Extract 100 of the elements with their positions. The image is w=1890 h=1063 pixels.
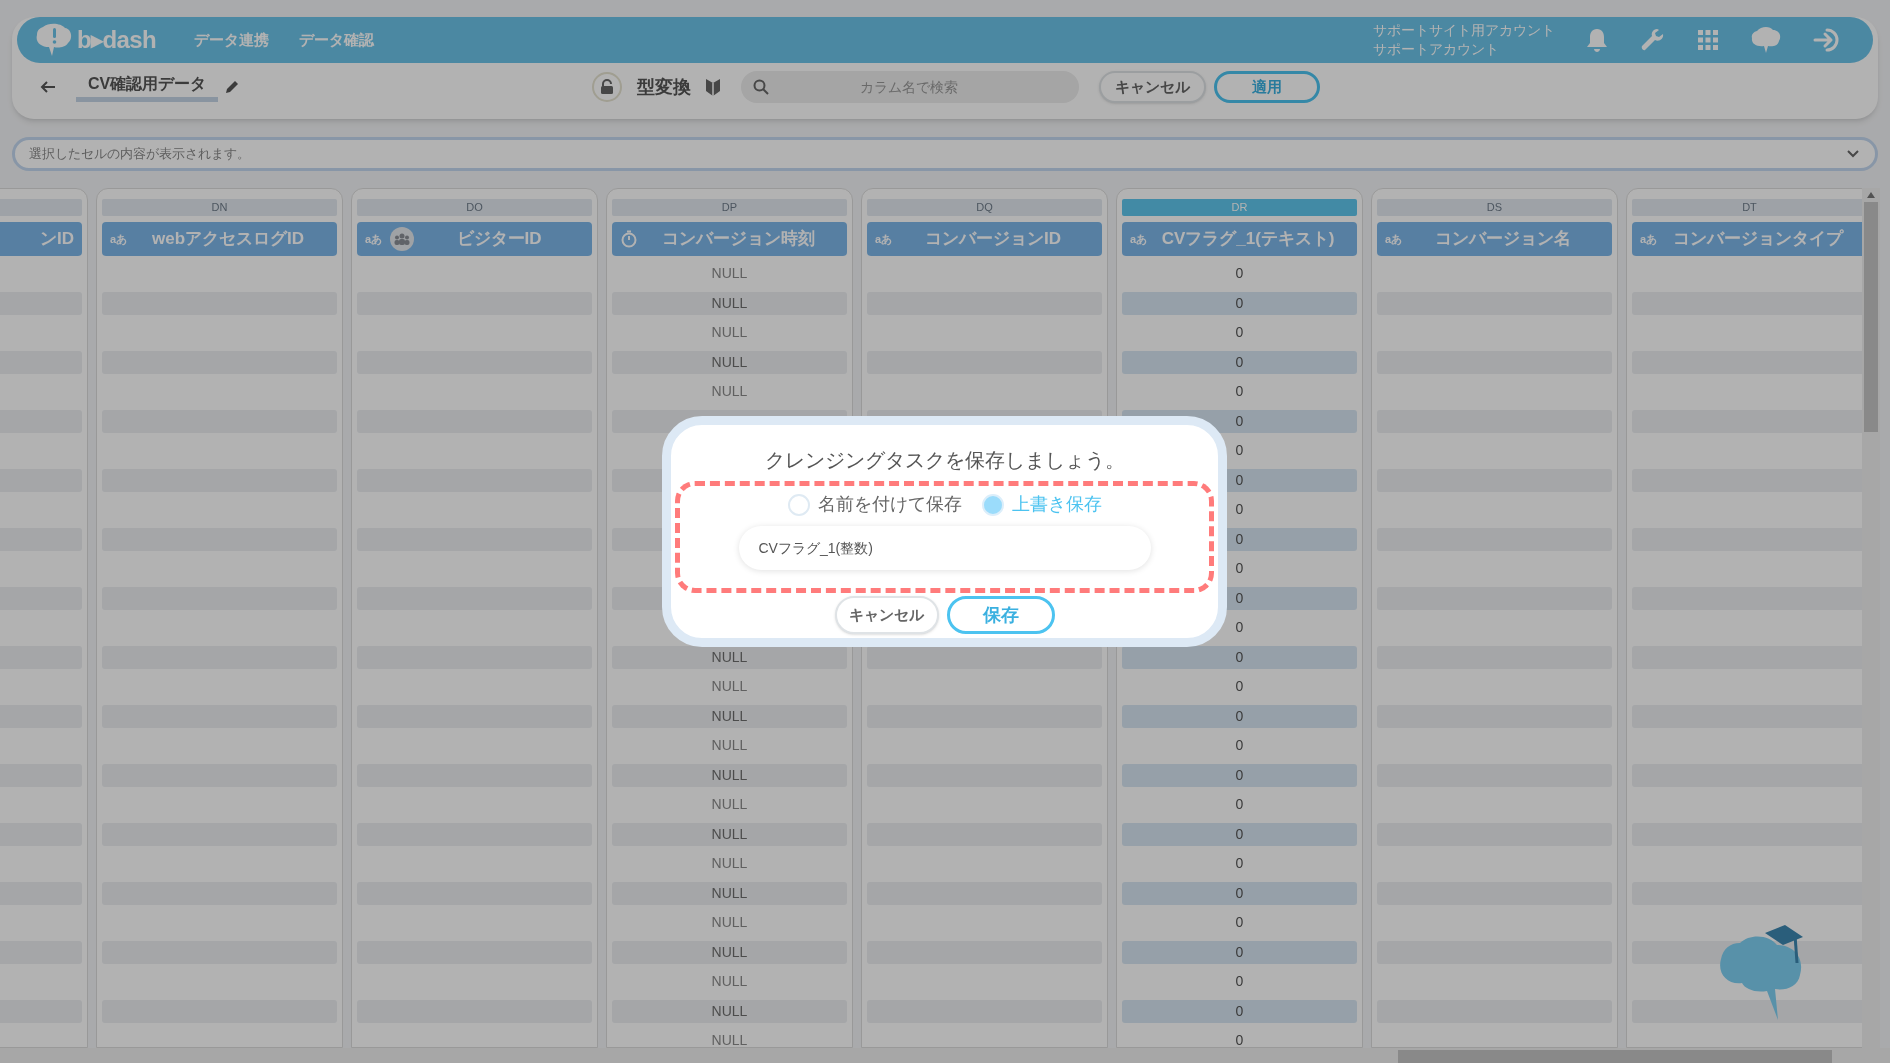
cell-value: NULL	[711, 913, 748, 933]
cell-value: NULL	[711, 677, 748, 697]
stopwatch-icon	[620, 230, 638, 248]
cell-value: 0	[1235, 706, 1244, 726]
save-button[interactable]: 保存	[946, 596, 1055, 634]
dataset-title: CV確認用データ	[76, 72, 219, 102]
cell-value: 0	[1235, 411, 1244, 431]
cell-value: NULL	[711, 382, 748, 402]
column-letter[interactable]: DP	[612, 199, 847, 216]
cell-value: NULL	[711, 1001, 748, 1021]
notification-icon[interactable]	[1585, 27, 1609, 53]
search-field[interactable]: カラム名で検索	[741, 71, 1080, 103]
column-header[interactable]: aあ webアクセスログID	[102, 222, 337, 256]
cell-value: 0	[1235, 588, 1244, 608]
cell-value: NULL	[711, 854, 748, 874]
cell-content-input[interactable]: 選択したセルの内容が表示されます。	[29, 144, 1847, 164]
column-header[interactable]: aあ CVフラグ_1(テキスト)	[1122, 222, 1357, 256]
radio-option[interactable]: 名前を付けて保存	[787, 491, 962, 518]
cell-value: 0	[1235, 765, 1244, 785]
type-label: aあ	[365, 231, 383, 247]
column-letter[interactable]: DS	[1377, 199, 1612, 216]
cell-value: 0	[1235, 500, 1244, 520]
logo-text: b▸dash	[77, 25, 157, 55]
option-label: 上書き保存	[1011, 493, 1102, 516]
cancel-button[interactable]: キャンセル	[834, 596, 939, 634]
column-header[interactable]: aあ コンバージョンID	[867, 222, 1102, 256]
type-label: aあ	[110, 231, 128, 247]
cell-content-field[interactable]: 選択したセルの内容が表示されます。	[12, 137, 1878, 171]
cell-value: 0	[1235, 883, 1244, 903]
search-input[interactable]: カラム名で検索	[769, 76, 1080, 98]
column-name: コンバージョン名	[1434, 228, 1573, 251]
mode-label: 型変換	[637, 75, 692, 99]
column-header[interactable]: aあ ビジターID	[357, 222, 592, 256]
cell-value: NULL	[711, 706, 748, 726]
cell-value: NULL	[711, 323, 748, 343]
cell-value: 0	[1235, 618, 1244, 638]
column-name: コンバージョンタイプ	[1672, 228, 1845, 251]
cell-value: 0	[1235, 264, 1244, 284]
column-letter[interactable]: DO	[357, 199, 592, 216]
nav-link[interactable]: データ確認	[299, 28, 375, 52]
type-label: aあ	[1130, 231, 1148, 247]
apply-button[interactable]: 適用	[1214, 71, 1321, 103]
back-arrow-icon[interactable]	[40, 80, 56, 94]
task-name-input[interactable]: CVフラグ_1(整数)	[758, 537, 1131, 559]
scrollbar-thumb[interactable]	[1398, 1050, 1832, 1063]
radio-option[interactable]: 上書き保存	[981, 491, 1102, 518]
column-name: コンバージョン時刻	[661, 228, 816, 251]
horizontal-scrollbar[interactable]	[0, 1048, 1890, 1063]
cell-value: 0	[1235, 470, 1244, 490]
wrench-icon[interactable]	[1640, 27, 1666, 53]
vertical-scrollbar[interactable]	[1862, 188, 1880, 1048]
beginner-mark-icon[interactable]	[705, 77, 722, 97]
cell-value: NULL	[711, 647, 748, 667]
cell-value: NULL	[711, 765, 748, 785]
cell-value: NULL	[711, 942, 748, 962]
column-header[interactable]: ンID	[0, 222, 82, 256]
column-letter[interactable]: DT	[1632, 199, 1862, 216]
column-header[interactable]: aあ コンバージョン名	[1377, 222, 1612, 256]
edit-pencil-icon[interactable]	[224, 79, 241, 95]
lock-icon[interactable]	[592, 72, 623, 102]
cell-value: NULL	[711, 972, 748, 992]
column-name: ンID	[39, 228, 74, 251]
column-name: コンバージョンID	[924, 228, 1063, 251]
column-name: CVフラグ_1(テキスト)	[1160, 228, 1336, 251]
cell-value: 0	[1235, 293, 1244, 313]
cell-value: 0	[1235, 736, 1244, 756]
cell-value: NULL	[711, 795, 748, 815]
type-label: aあ	[1385, 231, 1403, 247]
cell-value: 0	[1235, 352, 1244, 372]
cell-value: 0	[1235, 647, 1244, 667]
radio-button[interactable]	[981, 493, 1004, 516]
task-name-field[interactable]: CVフラグ_1(整数)	[738, 526, 1151, 570]
radio-button[interactable]	[787, 493, 810, 516]
column-letter[interactable]: DR	[1122, 199, 1357, 216]
cell-value: 0	[1235, 529, 1244, 549]
cell-value: NULL	[711, 352, 748, 372]
cancel-button[interactable]: キャンセル	[1099, 71, 1207, 103]
column-name: webアクセスログID	[151, 228, 306, 251]
cell-value: 0	[1235, 913, 1244, 933]
cell-value: 0	[1235, 854, 1244, 874]
cloud-icon[interactable]	[1750, 26, 1782, 54]
apps-grid-icon[interactable]	[1697, 29, 1719, 51]
cell-value: 0	[1235, 795, 1244, 815]
column-header[interactable]: aあ コンバージョンタイプ	[1632, 222, 1862, 256]
column-header[interactable]: コンバージョン時刻	[612, 222, 847, 256]
column-letter[interactable]: DQ	[867, 199, 1102, 216]
cell-value: NULL	[711, 1031, 748, 1047]
dialog-title: クレンジングタスクを保存しましょう。	[764, 448, 1125, 473]
cell-value: 0	[1235, 382, 1244, 402]
chevron-down-icon[interactable]	[1847, 150, 1859, 158]
cell-value: NULL	[711, 736, 748, 756]
cell-value: 0	[1235, 824, 1244, 844]
option-label: 名前を付けて保存	[817, 493, 962, 516]
scroll-up-icon[interactable]	[1867, 192, 1875, 198]
cell-value: NULL	[711, 293, 748, 313]
account-site-name: サポートサイト用アカウント	[1373, 21, 1555, 40]
cell-value: 0	[1235, 441, 1244, 461]
nav-link[interactable]: データ連携	[194, 28, 270, 52]
column-letter[interactable]: DN	[102, 199, 337, 216]
scrollbar-thumb[interactable]	[1864, 202, 1878, 432]
